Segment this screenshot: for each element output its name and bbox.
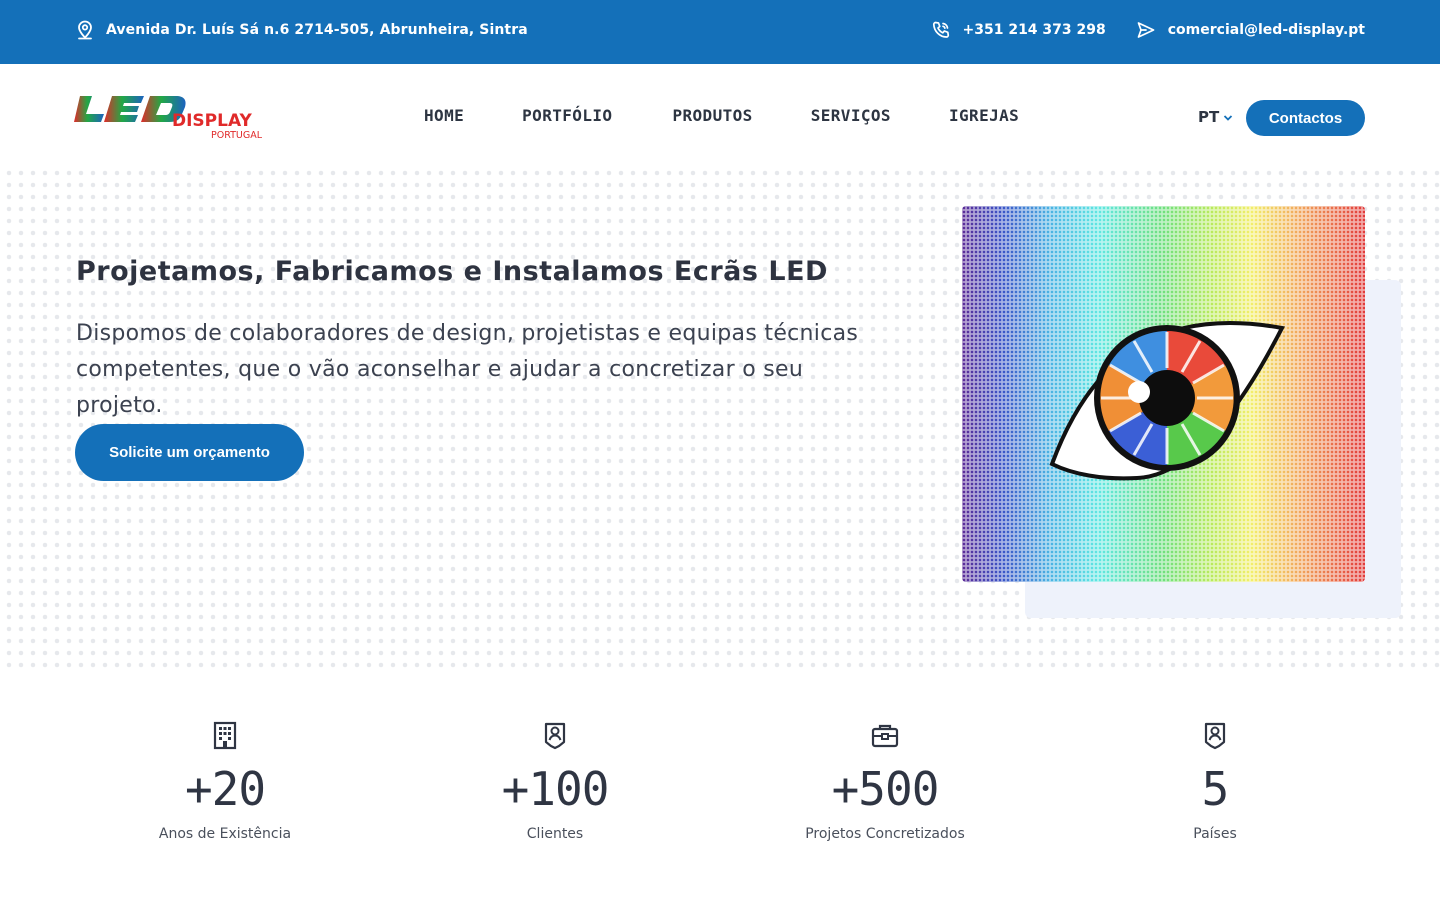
- request-quote-button[interactable]: Solicite um orçamento: [75, 424, 304, 481]
- stat-countries-value: 5: [1201, 762, 1230, 816]
- address-text: Avenida Dr. Luís Sá n.6 2714-505, Abrunh…: [106, 22, 528, 38]
- stat-projects: +500 Projetos Concretizados: [735, 720, 1035, 842]
- eye-illustration: [1049, 320, 1286, 481]
- stat-projects-label: Projetos Concretizados: [805, 826, 965, 842]
- chevron-down-icon: [1223, 108, 1233, 126]
- site-logo[interactable]: DISPLAY PORTUGAL: [74, 94, 274, 141]
- top-contact-bar: Avenida Dr. Luís Sá n.6 2714-505, Abrunh…: [0, 0, 1440, 64]
- stat-countries: 5 Países: [1065, 720, 1365, 842]
- language-label: PT: [1198, 108, 1220, 126]
- logo-word-portugal: PORTUGAL: [211, 130, 263, 140]
- nav-produtos[interactable]: PRODUTOS: [672, 106, 752, 125]
- stat-years-label: Anos de Existência: [158, 826, 292, 842]
- phone-text: +351 214 373 298: [962, 22, 1106, 38]
- stat-clients-label: Clientes: [526, 826, 584, 842]
- user-badge-icon: [1065, 720, 1365, 754]
- location-pin-icon: [76, 20, 94, 40]
- hero-section: Projetamos, Fabricamos e Instalamos Ecrã…: [0, 164, 1440, 669]
- briefcase-icon: [735, 720, 1035, 754]
- nav-igrejas[interactable]: IGREJAS: [949, 106, 1019, 125]
- hero-description: Dispomos de colaboradores de design, pro…: [76, 321, 859, 418]
- user-badge-icon: [405, 720, 705, 754]
- phone-link[interactable]: +351 214 373 298: [931, 20, 1106, 40]
- building-icon: [75, 720, 375, 754]
- phone-icon: [931, 20, 951, 40]
- nav-servicos[interactable]: SERVIÇOS: [811, 106, 891, 125]
- main-nav: HOME PORTFÓLIO PRODUTOS SERVIÇOS IGREJAS: [424, 106, 1019, 125]
- stat-countries-label: Países: [1193, 826, 1237, 842]
- send-icon: [1136, 20, 1156, 40]
- contactos-button[interactable]: Contactos: [1246, 100, 1365, 136]
- stats-section: +20 Anos de Existência +100 Clientes +50…: [0, 720, 1440, 860]
- nav-home[interactable]: HOME: [424, 106, 464, 125]
- nav-portfolio[interactable]: PORTFÓLIO: [522, 106, 612, 125]
- stat-projects-value: +500: [831, 762, 940, 816]
- site-header: DISPLAY PORTUGAL HOME PORTFÓLIO PRODUTOS…: [0, 64, 1440, 164]
- stat-clients-value: +100: [501, 762, 610, 816]
- language-selector[interactable]: PT: [1198, 108, 1233, 126]
- email-text: comercial@led-display.pt: [1167, 22, 1365, 38]
- stat-years: +20 Anos de Existência: [75, 720, 375, 842]
- address: Avenida Dr. Luís Sá n.6 2714-505, Abrunh…: [76, 20, 528, 40]
- hero-title: Projetamos, Fabricamos e Instalamos Ecrã…: [76, 256, 828, 287]
- email-link[interactable]: comercial@led-display.pt: [1136, 20, 1365, 40]
- stat-clients: +100 Clientes: [405, 720, 705, 842]
- logo-word-display: DISPLAY: [172, 111, 253, 131]
- led-screen-eye-image: [962, 206, 1365, 582]
- stat-years-value: +20: [184, 762, 266, 816]
